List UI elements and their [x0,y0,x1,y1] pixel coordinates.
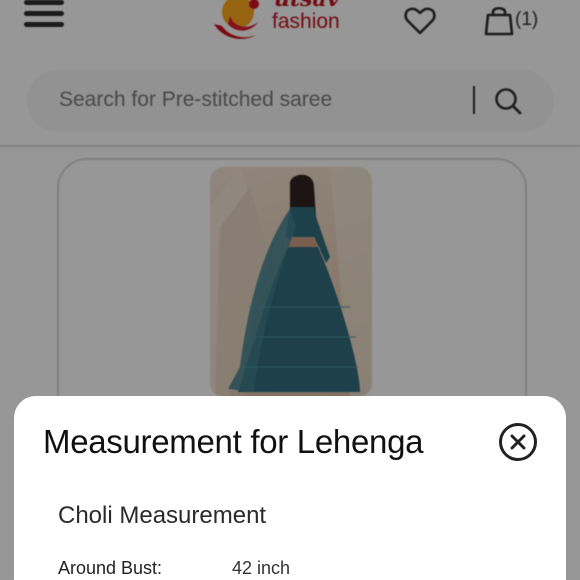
measurement-label-around-bust: Around Bust: [58,558,163,578]
close-icon [510,434,526,450]
page: utsav fashion (1) Search for Pre-stitche… [0,0,580,580]
modal-title: Measurement for Lehenga [43,423,424,460]
measurement-value-around-bust: 42 inch [232,558,291,578]
measurement-modal: Measurement for Lehenga Choli Measuremen… [14,396,566,580]
section-title-choli: Choli Measurement [58,502,267,529]
close-button[interactable] [499,423,537,461]
